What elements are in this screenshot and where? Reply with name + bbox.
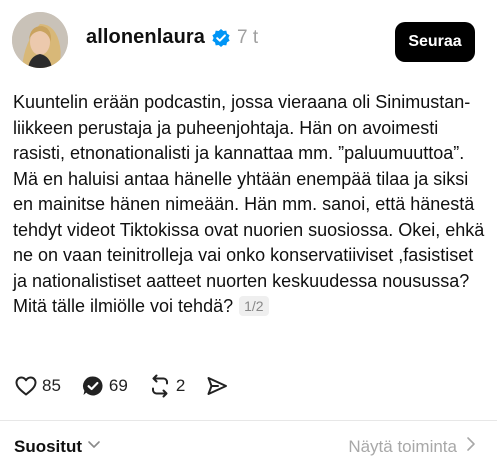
verified-badge-icon: [211, 28, 231, 48]
username[interactable]: allonenlaura: [86, 26, 205, 49]
view-activity-label: Näytä toiminta: [348, 436, 457, 456]
comment-icon: [81, 374, 105, 398]
chevron-right-icon: [465, 436, 477, 457]
share-button[interactable]: [205, 374, 229, 398]
post-text: Kuuntelin erään podcastin, jossa vieraan…: [13, 90, 489, 320]
repost-count: 2: [175, 376, 186, 395]
comment-count: 69: [108, 376, 128, 395]
repost-button[interactable]: 2: [148, 374, 185, 398]
like-count: 85: [42, 376, 61, 395]
avatar[interactable]: [12, 12, 68, 68]
avatar-image: [12, 12, 68, 68]
post-text-content: Kuuntelin erään podcastin, jossa vieraan…: [13, 92, 485, 316]
thread-post: allonenlaura 7 t Seuraa Kuuntelin erään …: [0, 0, 497, 473]
sort-dropdown[interactable]: Suositut: [14, 436, 102, 457]
chevron-down-icon: [86, 436, 102, 457]
divider: [0, 420, 497, 421]
sort-label: Suositut: [14, 436, 82, 456]
comment-button[interactable]: 69: [81, 374, 128, 398]
page-indicator: 1/2: [239, 296, 269, 316]
post-time[interactable]: 7 t: [237, 27, 258, 49]
post-actions: 85 69 2: [14, 374, 249, 398]
repost-icon: [148, 374, 172, 398]
heart-icon: [14, 374, 38, 398]
follow-button[interactable]: Seuraa: [395, 22, 475, 62]
like-button[interactable]: 85: [14, 374, 61, 398]
share-icon: [205, 374, 229, 398]
view-activity-link[interactable]: Näytä toiminta: [348, 436, 477, 457]
post-header: allonenlaura 7 t: [86, 26, 258, 49]
